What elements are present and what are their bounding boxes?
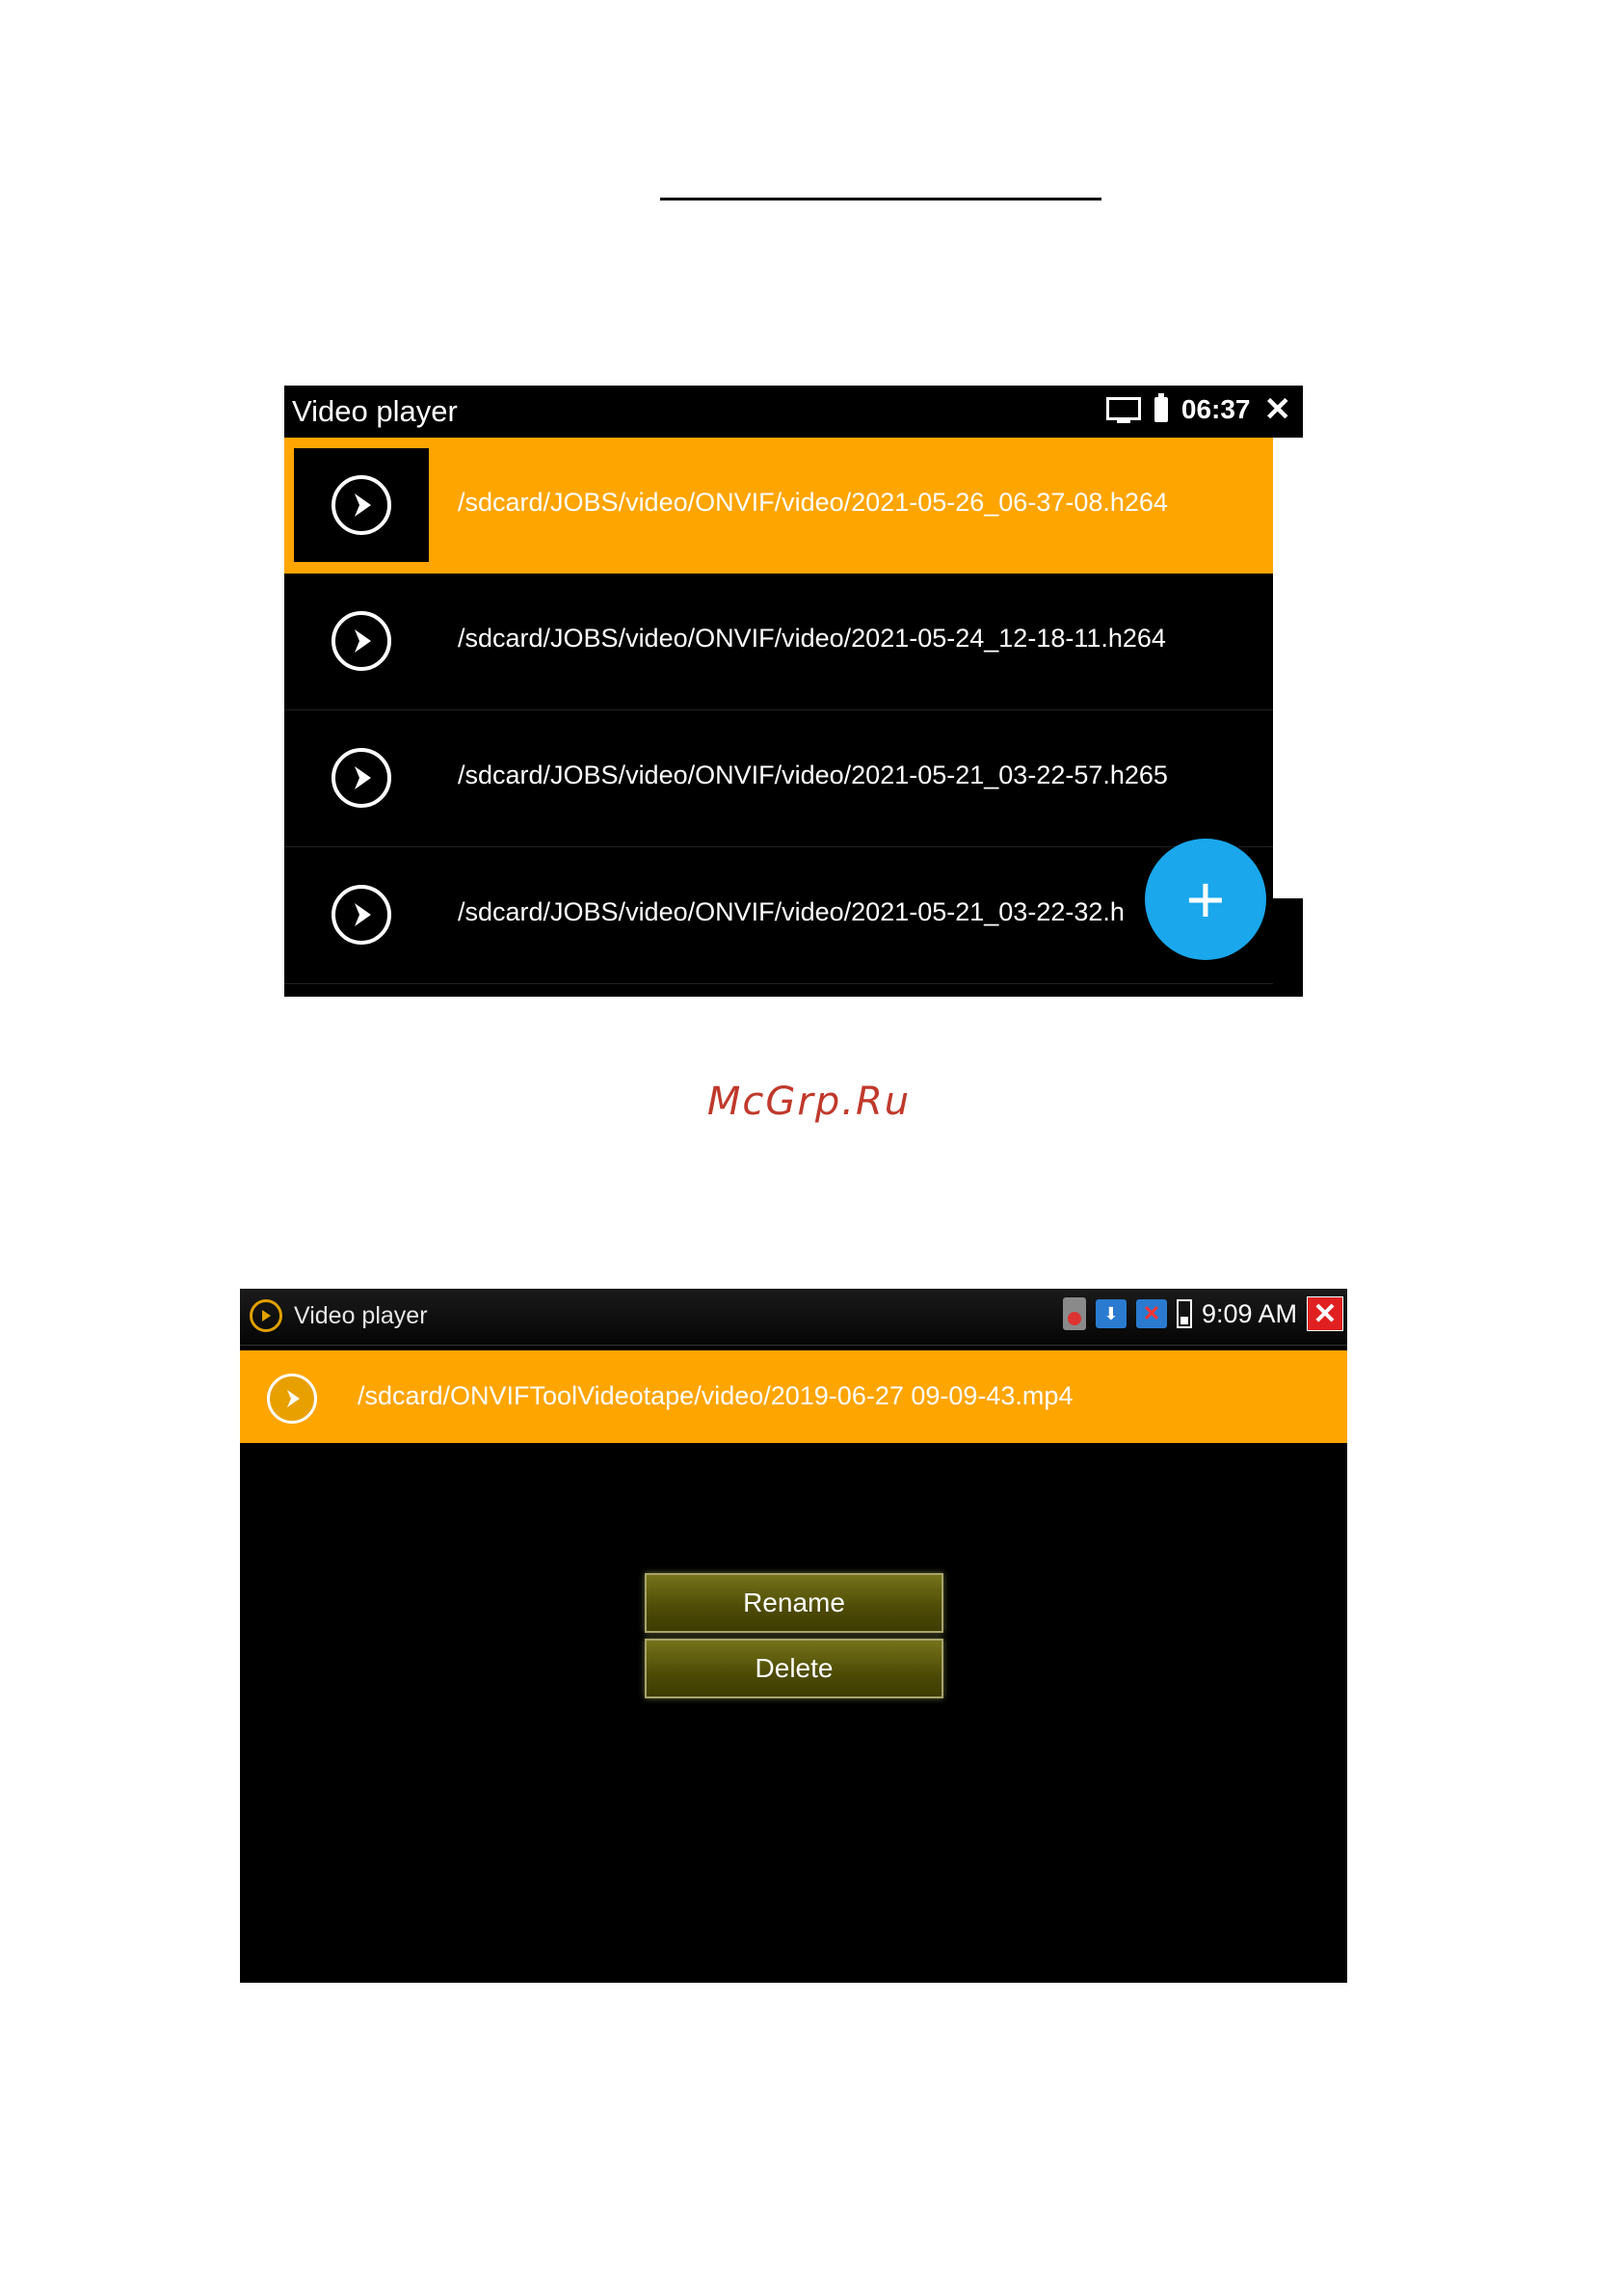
app-title: Video player (294, 1302, 428, 1329)
thumbnail (294, 584, 429, 698)
rename-button[interactable]: Rename (645, 1573, 943, 1633)
play-icon (267, 1374, 317, 1424)
delete-button[interactable]: Delete (645, 1639, 943, 1698)
close-icon: ✕ (1313, 1297, 1338, 1330)
list-item[interactable]: /sdcard/JOBS/video/ONVIF/video/2021-05-2… (284, 710, 1273, 847)
heading-underline (660, 198, 1101, 200)
app-play-icon (250, 1299, 282, 1332)
thumbnail (294, 448, 429, 562)
thumbnail (294, 858, 429, 972)
file-path: /sdcard/ONVIFToolVideotape/video/2019-06… (358, 1381, 1074, 1410)
close-button[interactable]: ✕ (1307, 1296, 1343, 1331)
list-item[interactable]: /sdcard/JOBS/video/ONVIF/video/2021-05-2… (284, 847, 1273, 984)
file-list: /sdcard/JOBS/video/ONVIF/video/2021-05-2… (284, 438, 1273, 984)
scroll-gutter (1273, 438, 1303, 898)
play-icon (332, 475, 391, 535)
play-icon (332, 748, 391, 808)
close-icon[interactable]: ✕ (1264, 393, 1292, 426)
battery-icon (1154, 393, 1168, 422)
file-path: /sdcard/JOBS/video/ONVIF/video/2021-05-2… (458, 624, 1166, 653)
list-item[interactable]: /sdcard/JOBS/video/ONVIF/video/2021-05-2… (284, 574, 1273, 710)
thumbnail (294, 721, 429, 835)
list-item[interactable]: /sdcard/ONVIFToolVideotape/video/2019-06… (240, 1350, 1347, 1443)
title-bar: Video player ⬇ ✕ 9:09 AM ✕ (240, 1289, 1347, 1346)
video-player-screenshot-2: Video player ⬇ ✕ 9:09 AM ✕ /sdcard/ONVIF… (240, 1289, 1347, 1983)
network-error-icon: ✕ (1135, 1299, 1167, 1328)
title-bar: Video player 06:37 ✕ (284, 386, 1303, 438)
status-area: 06:37 ✕ (1105, 393, 1292, 426)
play-icon (332, 885, 391, 945)
clock: 9:09 AM (1201, 1298, 1297, 1328)
status-area: ⬇ ✕ 9:09 AM ✕ (1062, 1296, 1343, 1331)
file-path: /sdcard/JOBS/video/ONVIF/video/2021-05-2… (458, 897, 1125, 926)
list-item[interactable]: /sdcard/JOBS/video/ONVIF/video/2021-05-2… (284, 438, 1273, 574)
file-path: /sdcard/JOBS/video/ONVIF/video/2021-05-2… (458, 761, 1168, 789)
play-icon (332, 611, 391, 671)
battery-icon (1176, 1299, 1192, 1328)
sd-card-icon (1062, 1297, 1086, 1330)
add-icon: + (1185, 862, 1226, 937)
download-icon: ⬇ (1095, 1299, 1127, 1328)
watermark: McGrp.Ru (706, 1080, 912, 1124)
file-path: /sdcard/JOBS/video/ONVIF/video/2021-05-2… (458, 488, 1168, 517)
app-title: Video player (292, 394, 458, 428)
monitor-icon[interactable] (1105, 397, 1141, 423)
video-player-screenshot-1: Video player 06:37 ✕ /sdcard/JOBS/video/… (284, 386, 1303, 997)
clock: 06:37 (1180, 394, 1251, 424)
add-button[interactable]: + (1145, 839, 1266, 960)
